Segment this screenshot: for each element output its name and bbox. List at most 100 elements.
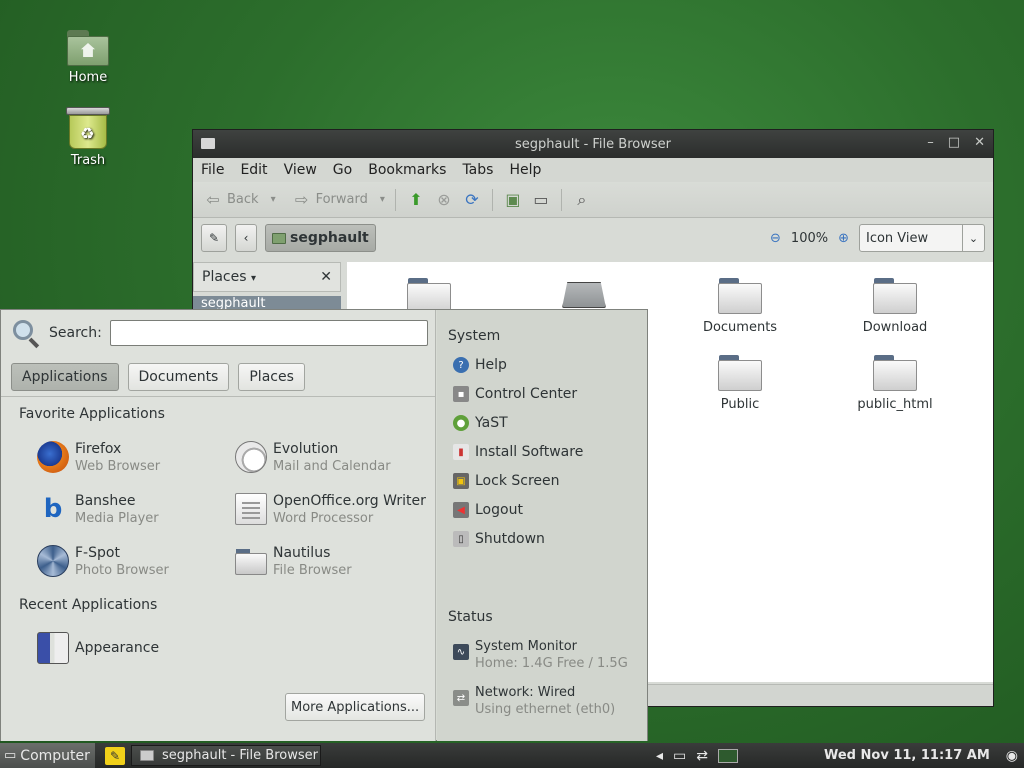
menu-edit[interactable]: Edit [240,162,267,178]
user-icon[interactable]: ◉ [1006,748,1018,764]
task-file-browser[interactable]: segphault - File Browser [131,745,321,766]
app-f-spot[interactable]: F-Spot Photo Browser [37,545,169,579]
file-item-download[interactable]: Download [840,276,950,335]
tab-documents[interactable]: Documents [127,363,230,391]
display-icon[interactable]: ▭ [673,748,686,764]
folder-icon [140,750,154,761]
menu-system-pane: System ? Help ▪ Control Center ● YaST ▮ Inst… [437,310,647,741]
view-mode-select[interactable]: Icon View ⌄ [859,224,985,252]
back-button[interactable]: ⇦ Back ▾ [203,190,275,210]
minimize-icon[interactable]: – [927,135,934,150]
menu-help[interactable]: Help [509,162,541,178]
edit-location-button[interactable]: ✎ [201,224,227,252]
menu-view[interactable]: View [284,162,317,178]
help-icon: ? [453,357,469,373]
chevron-down-icon: ⌄ [962,225,984,251]
yast-icon: ● [453,415,469,431]
appearance-icon [37,632,69,664]
close-icon[interactable]: ✕ [974,135,985,150]
system-item-logout[interactable]: ◀ Logout [453,502,523,518]
chevron-left-icon: ‹ [243,231,249,245]
menu-file[interactable]: File [201,162,224,178]
pencil-icon: ✎ [208,231,220,245]
forward-button[interactable]: ⇨ Forward ▾ [292,190,385,210]
clock[interactable]: Wed Nov 11, 11:17 AM [818,748,996,763]
logout-icon: ◀ [453,502,469,518]
workspace-switcher[interactable] [717,748,738,763]
taskbar: ▭ Computer ✎ segphault - File Browser ◂ … [0,743,1024,768]
zoom-in-icon[interactable]: ⊕ [838,231,849,246]
network-icon: ⇄ [453,690,469,706]
computer-menu-button[interactable]: ▭ Computer [0,743,95,768]
location-bar: ✎ ‹ segphault ⊖ 100% ⊕ Icon View ⌄ [193,218,993,258]
close-icon[interactable]: ✕ [320,269,332,285]
desktop-home-icon[interactable]: Home [48,28,128,85]
system-item-control-center[interactable]: ▪ Control Center [453,386,577,402]
file-item-public[interactable]: Public [685,353,795,412]
search-label: Search: [49,325,102,341]
folder-icon [873,353,917,391]
desktop-home-label: Home [68,70,108,85]
trash-icon: ♻ [66,107,110,149]
desktop-trash-icon[interactable]: ♻ Trash [48,107,128,168]
file-item-documents[interactable]: Documents [685,276,795,335]
home-folder-icon [272,232,286,244]
app-openoffice-writer[interactable]: OpenOffice.org Writer Word Processor [235,493,426,527]
drive-icon [562,282,606,308]
folder-icon [718,353,762,391]
reload-icon[interactable]: ⟳ [462,190,482,210]
arrow-left-icon: ⇦ [206,190,220,209]
system-item-help[interactable]: ? Help [453,357,507,373]
menu-go[interactable]: Go [333,162,352,178]
folder-icon [873,276,917,314]
tab-places[interactable]: Places [238,363,305,391]
places-header[interactable]: Places ▾ ✕ [193,262,341,292]
favorites-title: Favorite Applications [19,406,165,422]
system-item-yast[interactable]: ● YaST [453,415,508,431]
system-monitor-icon: ∿ [453,644,469,660]
system-title: System [448,328,501,344]
path-segment-button[interactable]: segphault [265,224,376,252]
menu-tabs[interactable]: Tabs [462,162,493,178]
path-left-button[interactable]: ‹ [235,224,257,252]
search-icon[interactable]: ⌕ [572,190,592,210]
app-appearance[interactable]: Appearance [37,632,159,664]
file-item[interactable] [529,282,639,308]
status-network[interactable]: ⇄ Network: Wired Using ethernet (eth0) [453,684,615,718]
search-icon [11,318,41,349]
tab-applications[interactable]: Applications [11,363,119,391]
search-input[interactable] [109,320,428,346]
system-item-install-software[interactable]: ▮ Install Software [453,444,583,460]
evolution-icon [235,441,267,473]
up-arrow-icon[interactable]: ⬆ [406,190,426,210]
recent-title: Recent Applications [19,597,158,613]
computer-icon[interactable]: ▭ [531,190,551,210]
chevron-down-icon: ▾ [250,273,256,284]
volume-icon[interactable]: ◂ [656,748,663,764]
zoom-level: 100% [790,230,829,246]
menu-bookmarks[interactable]: Bookmarks [368,162,446,178]
system-item-shutdown[interactable]: ▯ Shutdown [453,531,545,547]
folder-icon [718,276,762,314]
notes-icon[interactable]: ✎ [105,746,125,765]
app-firefox[interactable]: Firefox Web Browser [37,441,160,475]
banshee-icon: b [43,494,63,524]
network-icon[interactable]: ⇄ [696,748,708,764]
more-applications-button[interactable]: More Applications... [285,693,426,721]
zoom-out-icon[interactable]: ⊖ [770,231,781,246]
menubar: File Edit View Go Bookmarks Tabs Help [193,158,993,182]
stop-icon[interactable]: ⊗ [434,190,454,210]
control-center-icon: ▪ [453,386,469,402]
desktop-trash-label: Trash [70,153,106,168]
home-icon[interactable]: ▣ [503,190,523,210]
system-item-lock-screen[interactable]: ▣ Lock Screen [453,473,560,489]
window-titlebar[interactable]: segphault - File Browser – □ ✕ [193,130,993,158]
app-banshee[interactable]: b Banshee Media Player [37,493,159,527]
computer-icon: ▭ [4,748,17,763]
maximize-icon[interactable]: □ [948,135,960,150]
status-system-monitor[interactable]: ∿ System Monitor Home: 1.4G Free / 1.5G [453,638,628,672]
file-item-public-html[interactable]: public_html [840,353,950,412]
toolbar: ⇦ Back ▾ ⇨ Forward ▾ ⬆ ⊗ ⟳ ▣ ▭ ⌕ [193,182,993,218]
app-evolution[interactable]: Evolution Mail and Calendar [235,441,391,475]
app-nautilus[interactable]: Nautilus File Browser [235,545,352,579]
